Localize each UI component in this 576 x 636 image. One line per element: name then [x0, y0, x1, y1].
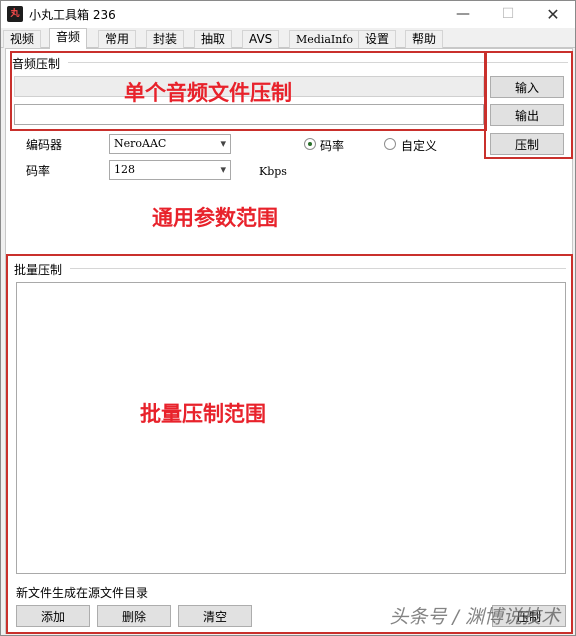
- tab-mediainfo[interactable]: MediaInfo: [289, 30, 361, 48]
- tab-mux[interactable]: 封装: [146, 30, 185, 48]
- tab-extract[interactable]: 抽取: [194, 30, 233, 48]
- annotation-batch: 批量压制范围: [140, 402, 266, 426]
- delete-button[interactable]: 删除: [97, 605, 171, 627]
- app-window: 丸 小丸工具箱 236 — ☐ ✕ 视频 音频 常用 封装 抽取 AVS Med…: [0, 0, 576, 636]
- chevron-down-icon: ▾: [220, 163, 226, 176]
- radio-custom[interactable]: [384, 138, 396, 150]
- tab-common[interactable]: 常用: [98, 30, 137, 48]
- title-bar[interactable]: 丸 小丸工具箱 236 — ☐ ✕: [1, 1, 575, 28]
- encoder-label: 编码器: [26, 138, 63, 152]
- close-button[interactable]: ✕: [533, 1, 573, 28]
- encoder-value: NeroAAC: [114, 137, 167, 150]
- app-icon: 丸: [7, 6, 23, 22]
- minimize-button[interactable]: —: [443, 1, 483, 28]
- radio-bitrate[interactable]: [304, 138, 316, 150]
- annotation-common-params: 通用参数范围: [152, 206, 278, 230]
- tab-avs[interactable]: AVS: [242, 30, 280, 48]
- radio-bitrate-label[interactable]: 码率: [320, 137, 344, 154]
- tab-settings[interactable]: 设置: [358, 30, 397, 48]
- tab-video[interactable]: 视频: [3, 30, 42, 48]
- batch-group-title: 批量压制: [14, 263, 63, 277]
- chevron-down-icon: ▾: [220, 137, 226, 150]
- maximize-button[interactable]: ☐: [488, 1, 528, 28]
- batch-file-list[interactable]: [16, 282, 566, 574]
- encoder-select[interactable]: NeroAAC ▾: [109, 134, 231, 154]
- clear-button[interactable]: 清空: [178, 605, 252, 627]
- annotation-box-buttons: [484, 51, 573, 159]
- tab-help[interactable]: 帮助: [405, 30, 444, 48]
- bitrate-select[interactable]: 128 ▾: [109, 160, 231, 180]
- window-title: 小丸工具箱 236: [29, 8, 116, 22]
- bitrate-unit: Kbps: [259, 165, 287, 178]
- radio-custom-label[interactable]: 自定义: [401, 137, 437, 154]
- add-button[interactable]: 添加: [16, 605, 90, 627]
- annotation-single-audio: 单个音频文件压制: [124, 81, 292, 105]
- bitrate-label: 码率: [26, 164, 51, 178]
- bitrate-value: 128: [114, 163, 135, 176]
- watermark-text: 头条号 / 渊博说技术: [389, 606, 560, 628]
- tab-strip: 视频 音频 常用 封装 抽取 AVS MediaInfo 设置 帮助: [1, 28, 575, 49]
- batch-output-note: 新文件生成在源文件目录: [16, 586, 149, 600]
- audio-tab-panel: 音频压制 输入 输出 压制 单个音频文件压制 编码器 NeroAAC ▾ 码率 …: [5, 48, 573, 634]
- tab-audio[interactable]: 音频: [49, 28, 88, 49]
- batch-group-divider: [70, 268, 566, 269]
